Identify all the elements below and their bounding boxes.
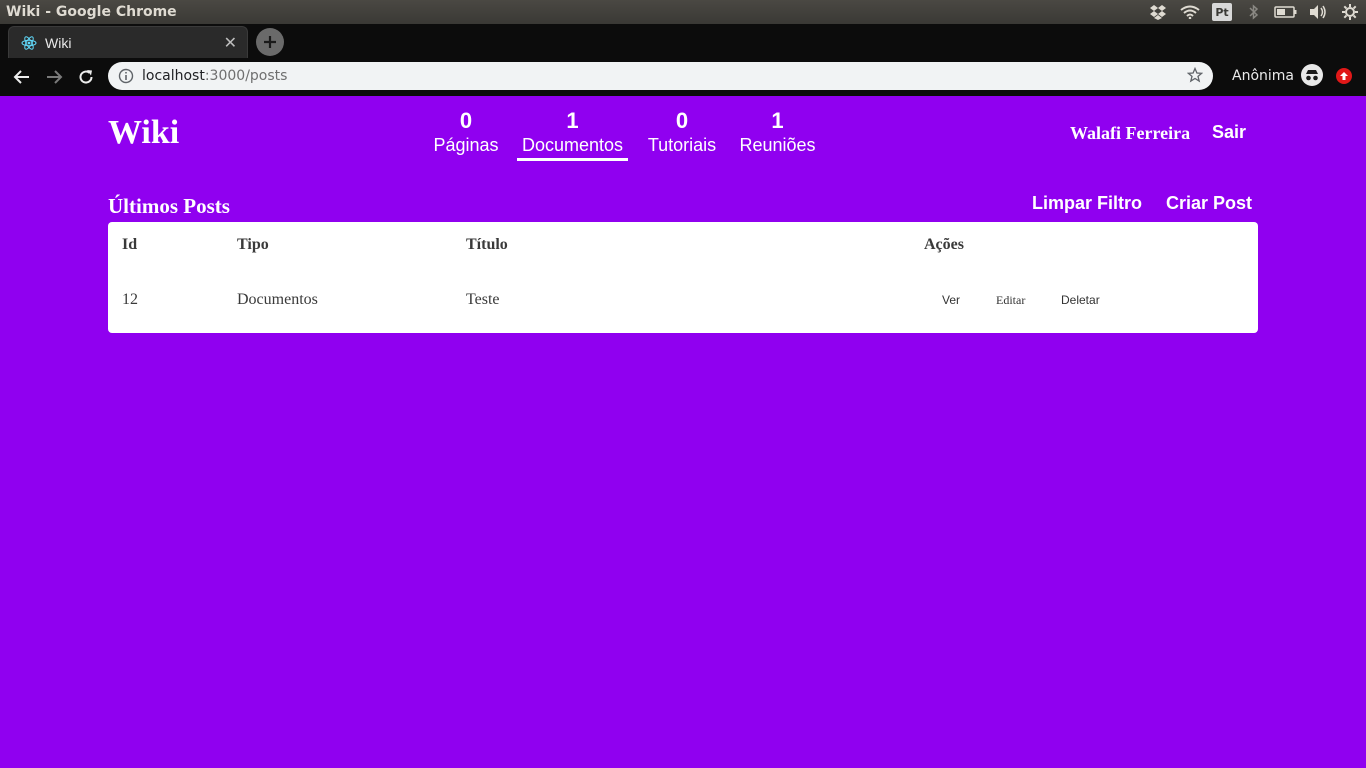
volume-icon[interactable] <box>1306 0 1330 24</box>
stat-label: Reuniões <box>739 135 816 155</box>
stat-paginas[interactable]: 0 Páginas <box>433 108 499 156</box>
address-bar[interactable]: localhost:3000/posts <box>108 62 1213 90</box>
os-title-bar: Wiki - Google Chrome Pt <box>0 0 1366 24</box>
wifi-icon[interactable] <box>1178 0 1202 24</box>
system-tray: Pt <box>1142 0 1366 24</box>
stat-tutoriais[interactable]: 0 Tutoriais <box>647 108 717 156</box>
tab-close-icon[interactable]: ✕ <box>224 33 237 53</box>
stat-count: 1 <box>771 108 784 133</box>
battery-icon[interactable] <box>1274 0 1298 24</box>
dropbox-icon[interactable] <box>1146 0 1170 24</box>
settings-gear-icon[interactable] <box>1338 0 1362 24</box>
plus-icon <box>264 36 276 48</box>
cell-type: Documentos <box>237 291 318 308</box>
stat-label: Páginas <box>433 135 499 155</box>
edit-button[interactable]: Editar <box>996 293 1025 308</box>
stat-count: 1 <box>566 108 579 133</box>
browser-tab[interactable]: Wiki ✕ <box>8 26 248 58</box>
browser-toolbar: localhost:3000/posts Anônima <box>0 58 1366 96</box>
clear-filter-link[interactable]: Limpar Filtro <box>1032 193 1142 214</box>
back-arrow-icon[interactable] <box>10 65 34 89</box>
url-text: localhost:3000/posts <box>142 68 287 84</box>
site-info-icon[interactable] <box>118 68 134 89</box>
keyboard-layout-icon[interactable]: Pt <box>1210 0 1234 24</box>
section-title: Últimos Posts <box>108 194 230 218</box>
column-header-titulo: Título <box>466 236 508 253</box>
user-name[interactable]: Walafi Ferreira <box>1070 123 1190 144</box>
keyboard-layout-badge: Pt <box>1212 3 1232 21</box>
create-post-link[interactable]: Criar Post <box>1166 193 1252 214</box>
delete-button[interactable]: Deletar <box>1061 293 1100 307</box>
column-header-id: Id <box>122 236 138 253</box>
window-title: Wiki - Google Chrome <box>6 4 177 20</box>
posts-table: Id Tipo Título Ações 12 Documentos Teste… <box>108 222 1258 333</box>
logout-link[interactable]: Sair <box>1212 122 1246 143</box>
forward-arrow-icon[interactable] <box>42 65 66 89</box>
new-tab-button[interactable] <box>256 28 284 56</box>
stat-label: Documentos <box>517 134 628 161</box>
cell-title: Teste <box>466 291 500 308</box>
tab-title: Wiki <box>45 35 72 51</box>
stat-count: 0 <box>675 108 689 133</box>
react-favicon-icon <box>21 35 37 56</box>
bookmark-star-icon[interactable] <box>1186 66 1204 88</box>
browser-tab-strip: Wiki ✕ <box>0 24 1366 58</box>
wiki-page: Wiki 0 Páginas 1 Documentos 0 Tutoriais … <box>0 96 1366 768</box>
view-button[interactable]: Ver <box>942 293 960 307</box>
stat-documentos[interactable]: 1 Documentos <box>517 108 628 161</box>
extension-icon[interactable] <box>1336 68 1352 84</box>
reload-icon[interactable] <box>74 65 98 89</box>
cell-id: 12 <box>122 291 138 308</box>
column-header-acoes: Ações <box>924 236 964 253</box>
incognito-icon[interactable] <box>1301 64 1323 86</box>
bluetooth-icon[interactable] <box>1242 0 1266 24</box>
incognito-label[interactable]: Anônima <box>1232 68 1294 84</box>
url-host: localhost <box>142 68 205 84</box>
stat-count: 0 <box>459 108 473 133</box>
column-header-tipo: Tipo <box>237 236 269 253</box>
url-path: :3000/posts <box>204 68 288 84</box>
stat-reunioes[interactable]: 1 Reuniões <box>739 108 816 156</box>
stat-label: Tutoriais <box>647 135 717 155</box>
